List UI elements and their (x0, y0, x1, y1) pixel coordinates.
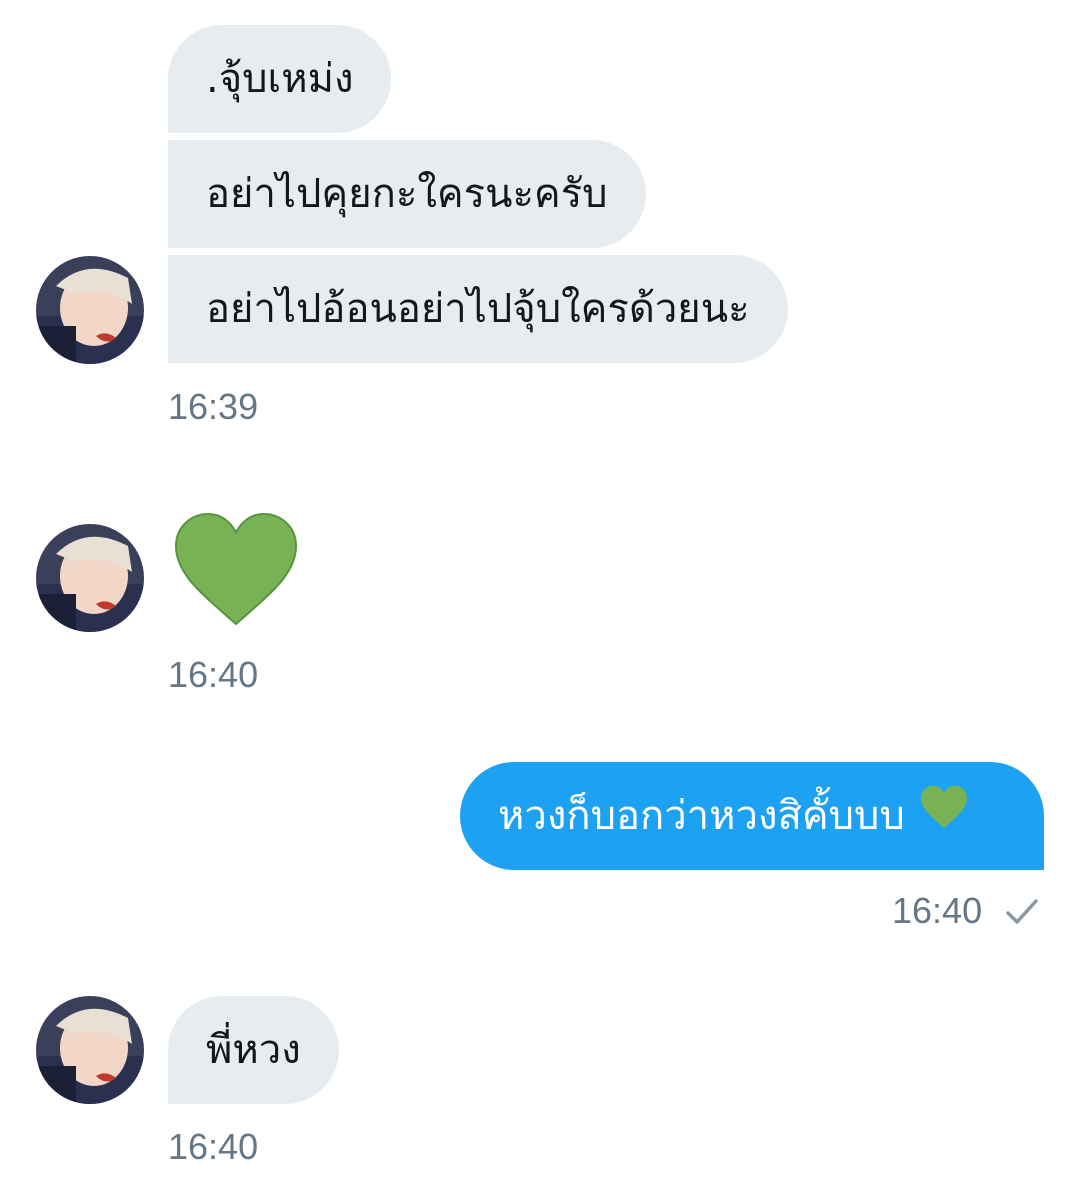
message-text: อย่าไปคุยกะใครนะครับ (206, 171, 608, 217)
green-heart-icon (174, 512, 298, 626)
avatar-image (36, 256, 144, 364)
avatar[interactable] (36, 996, 144, 1104)
timestamp: 16:40 (168, 1126, 259, 1167)
incoming-message[interactable]: .จุ้บเหม่ง (168, 25, 392, 133)
incoming-emoji-message[interactable] (172, 512, 300, 632)
timestamp: 16:39 (168, 386, 259, 427)
message-text: พี่หวง (206, 1027, 301, 1073)
outgoing-message[interactable]: หวงก็บอกว่าหวงสิคั้บบบ (460, 762, 1044, 870)
incoming-message[interactable]: พี่หวง (168, 996, 339, 1104)
avatar-image (36, 996, 144, 1104)
avatar[interactable] (36, 524, 144, 632)
message-text: อย่าไปอ้อนอย่าไปจุ้บใครด้วยนะ (206, 286, 750, 332)
message-text: หวงก็บอกว่าหวงสิคั้บบบ (498, 793, 905, 839)
sent-check-icon (1004, 896, 1040, 932)
avatar-image (36, 524, 144, 632)
timestamp: 16:40 (168, 654, 259, 695)
message-text: .จุ้บเหม่ง (206, 56, 354, 102)
green-heart-icon (919, 764, 969, 872)
timestamp: 16:40 (892, 890, 983, 931)
avatar[interactable] (36, 256, 144, 364)
incoming-message[interactable]: อย่าไปคุยกะใครนะครับ (168, 140, 646, 248)
incoming-message[interactable]: อย่าไปอ้อนอย่าไปจุ้บใครด้วยนะ (168, 255, 788, 363)
